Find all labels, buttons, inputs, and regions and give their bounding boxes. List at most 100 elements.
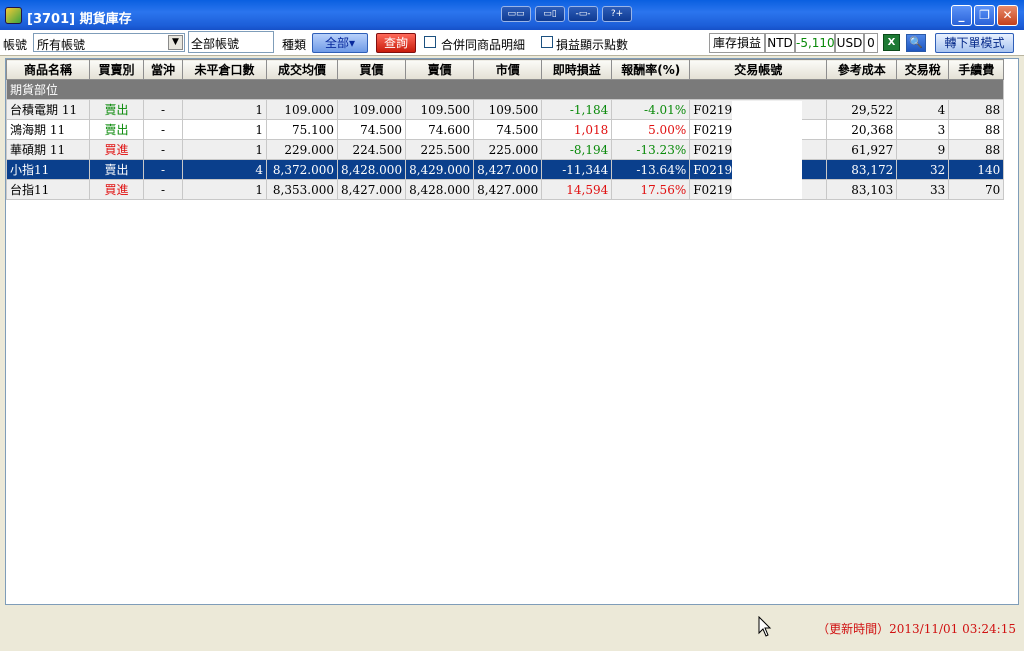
cell-ask: 8,429.000 xyxy=(405,159,475,180)
cell-ask: 74.600 xyxy=(405,119,475,140)
link-window-icon[interactable]: -▭- xyxy=(568,6,598,22)
cell-daytrade: - xyxy=(143,179,183,200)
cell-fee: 140 xyxy=(948,159,1005,180)
cell-pl: -1,184 xyxy=(541,99,613,120)
col-header-fee[interactable]: 手續費 xyxy=(948,59,1005,80)
col-header-tax[interactable]: 交易稅 xyxy=(896,59,950,80)
cell-avg-price: 229.000 xyxy=(266,139,338,160)
cell-tax: 33 xyxy=(896,179,950,200)
cell-daytrade: - xyxy=(143,99,183,120)
cell-return: -13.64% xyxy=(611,159,691,180)
merge-checkbox[interactable] xyxy=(424,36,436,48)
cell-side: 買進 xyxy=(89,179,144,200)
cell-ask: 225.500 xyxy=(405,139,475,160)
cell-market: 225.000 xyxy=(473,139,543,160)
cell-return: 17.56% xyxy=(611,179,691,200)
cell-bid: 74.500 xyxy=(336,119,407,140)
cell-pl: -8,194 xyxy=(541,139,613,160)
toolbar: 帳號 所有帳號 ▼ 全部帳號 種類 全部▾ 查詢 合併同商品明細 損益顯示點數 … xyxy=(0,30,1024,56)
close-button[interactable]: ✕ xyxy=(997,5,1018,26)
cell-bid: 224.500 xyxy=(336,139,407,160)
col-header-return[interactable]: 報酬率(%) xyxy=(611,59,691,80)
group-row: 期貨部位 xyxy=(5,79,1005,100)
cell-bid: 8,428.000 xyxy=(336,159,407,180)
cell-open-lots: 4 xyxy=(182,159,267,180)
account-field[interactable]: 全部帳號 xyxy=(188,31,274,53)
cell-daytrade: - xyxy=(143,159,183,180)
cell-pl: 14,594 xyxy=(541,179,613,200)
query-button[interactable]: 查詢 xyxy=(376,33,416,53)
cell-market: 109.500 xyxy=(473,99,543,120)
cell-pl: -11,344 xyxy=(541,159,613,180)
cell-market: 74.500 xyxy=(473,119,543,140)
cell-tax: 32 xyxy=(896,159,950,180)
usd-value: 0 xyxy=(864,33,878,53)
cell-cost: 61,927 xyxy=(826,139,898,160)
col-header-side[interactable]: 買賣別 xyxy=(89,59,144,80)
cell-tax: 4 xyxy=(896,99,950,120)
table-row[interactable]: 台指11 買進 - 1 8,353.000 8,427.000 8,428.00… xyxy=(6,179,1005,200)
cell-side: 買進 xyxy=(89,139,144,160)
cell-open-lots: 1 xyxy=(182,119,267,140)
maximize-button[interactable]: ❐ xyxy=(974,5,995,26)
cell-ask: 8,428.000 xyxy=(405,179,475,200)
account-select[interactable]: 所有帳號 ▼ xyxy=(33,33,185,52)
app-icon xyxy=(5,7,22,24)
col-header-account[interactable]: 交易帳號 xyxy=(689,59,828,80)
col-header-daytrade[interactable]: 當沖 xyxy=(143,59,183,80)
window-layout-icon[interactable]: ▭▯ xyxy=(535,6,565,22)
cell-daytrade: - xyxy=(143,119,183,140)
cell-fee: 88 xyxy=(948,99,1005,120)
cell-cost: 83,103 xyxy=(826,179,898,200)
cell-avg-price: 8,372.000 xyxy=(266,159,338,180)
cell-cost: 20,368 xyxy=(826,119,898,140)
title-bar: [3701] 期貨庫存 ▭▭ ▭▯ -▭- ?+ _ ❐ ✕ xyxy=(0,0,1024,30)
chevron-down-icon[interactable]: ▼ xyxy=(168,35,183,50)
cell-open-lots: 1 xyxy=(182,99,267,120)
switch-order-mode-button[interactable]: 轉下單模式 xyxy=(935,33,1014,53)
cell-cost: 29,522 xyxy=(826,99,898,120)
col-header-open-lots[interactable]: 未平倉口數 xyxy=(182,59,267,80)
points-checkbox-label: 損益顯示點數 xyxy=(556,38,629,52)
col-header-product[interactable]: 商品名稱 xyxy=(6,59,90,80)
type-label: 種類 xyxy=(282,38,307,52)
cell-product: 小指11 xyxy=(6,159,90,180)
merge-checkbox-label: 合併同商品明細 xyxy=(441,38,526,52)
group-label: 期貨部位 xyxy=(5,79,1005,100)
positions-grid: 商品名稱 買賣別 當沖 未平倉口數 成交均價 買價 賣價 市價 即時損益 報酬率… xyxy=(5,58,1019,605)
points-checkbox[interactable] xyxy=(541,36,553,48)
tile-windows-icon[interactable]: ▭▭ xyxy=(501,6,531,22)
col-header-cost[interactable]: 參考成本 xyxy=(826,59,898,80)
cell-avg-price: 109.000 xyxy=(266,99,338,120)
col-header-bid[interactable]: 買價 xyxy=(336,59,407,80)
cell-tax: 3 xyxy=(896,119,950,140)
search-icon[interactable]: 🔍 xyxy=(906,34,926,52)
table-header-row: 商品名稱 買賣別 當沖 未平倉口數 成交均價 買價 賣價 市價 即時損益 報酬率… xyxy=(6,59,1005,80)
update-time: （更新時間）2013/11/01 03:24:15 xyxy=(817,622,1016,636)
cell-product: 台積電期 11 xyxy=(6,99,90,120)
col-header-ask[interactable]: 賣價 xyxy=(405,59,475,80)
window-title: [3701] 期貨庫存 xyxy=(27,12,132,27)
inventory-pl-label: 庫存損益 xyxy=(709,33,765,53)
cell-cost: 83,172 xyxy=(826,159,898,180)
col-header-pl[interactable]: 即時損益 xyxy=(541,59,613,80)
col-header-avg-price[interactable]: 成交均價 xyxy=(266,59,338,80)
cell-avg-price: 75.100 xyxy=(266,119,338,140)
account-select-value: 所有帳號 xyxy=(37,38,86,52)
table-row[interactable]: 台積電期 11 賣出 - 1 109.000 109.000 109.500 1… xyxy=(6,99,1005,120)
help-icon[interactable]: ?+ xyxy=(602,6,632,22)
table-row[interactable]: 華碩期 11 買進 - 1 229.000 224.500 225.500 22… xyxy=(6,139,1005,160)
cell-market: 8,427.000 xyxy=(473,179,543,200)
cell-bid: 109.000 xyxy=(336,99,407,120)
cell-product: 華碩期 11 xyxy=(6,139,90,160)
type-filter-button[interactable]: 全部▾ xyxy=(312,33,368,53)
minimize-button[interactable]: _ xyxy=(951,5,972,26)
table-row[interactable]: 鴻海期 11 賣出 - 1 75.100 74.500 74.600 74.50… xyxy=(6,119,1005,140)
mouse-cursor-icon xyxy=(758,616,772,637)
cell-daytrade: - xyxy=(143,139,183,160)
ntd-label: NTD xyxy=(765,33,795,53)
excel-export-icon[interactable]: X xyxy=(883,34,900,51)
cell-market: 8,427.000 xyxy=(473,159,543,180)
col-header-market[interactable]: 市價 xyxy=(473,59,543,80)
table-row-selected[interactable]: 小指11 賣出 - 4 8,372.000 8,428.000 8,429.00… xyxy=(6,159,1005,180)
